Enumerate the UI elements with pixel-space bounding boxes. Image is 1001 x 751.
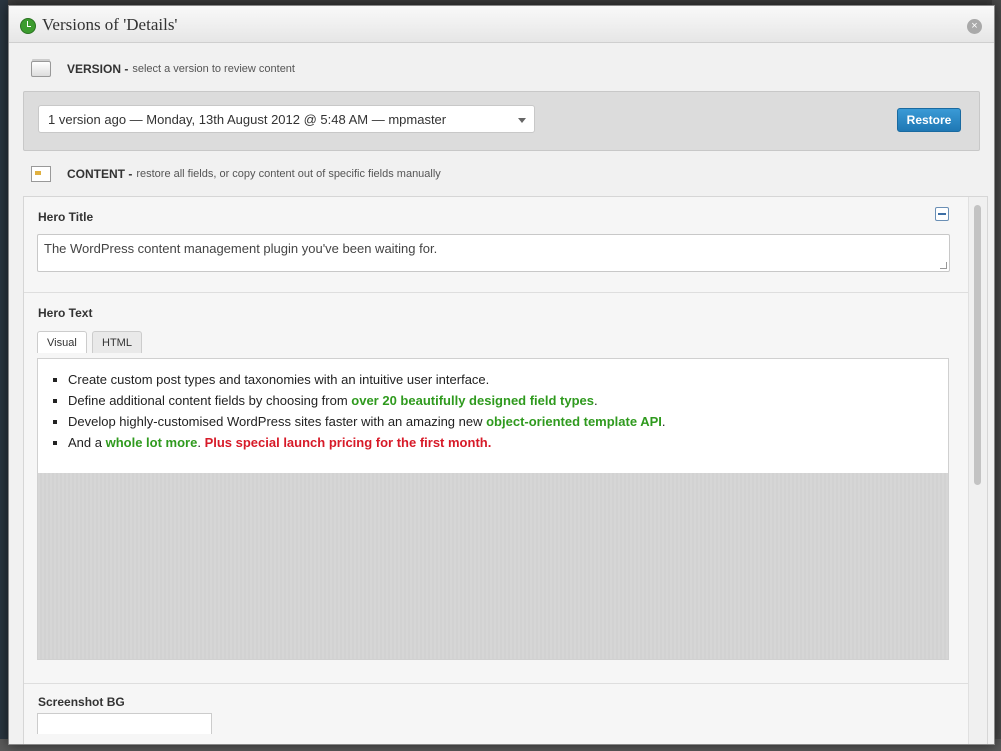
scrollbar[interactable] — [968, 197, 987, 744]
field-label-screenshot-bg: Screenshot BG — [38, 695, 125, 709]
list-item: Develop highly-customised WordPress site… — [68, 413, 948, 430]
version-label: VERSION - — [67, 62, 129, 76]
tab-visual[interactable]: Visual — [37, 331, 87, 353]
background-admin-sidebar — [0, 0, 8, 751]
field-label-hero-text: Hero Text — [38, 306, 93, 320]
close-icon[interactable]: × — [967, 19, 982, 34]
hero-title-value: The WordPress content management plugin … — [44, 241, 438, 256]
hero-text-editor[interactable]: Create custom post types and taxonomies … — [37, 358, 949, 660]
version-stack-icon — [31, 61, 51, 77]
version-select-value: 1 version ago — Monday, 13th August 2012… — [48, 112, 447, 127]
scrollbar-thumb[interactable] — [974, 205, 981, 485]
screenshot-bg-input[interactable] — [37, 713, 212, 734]
version-description: select a version to review content — [132, 63, 295, 75]
tab-html[interactable]: HTML — [92, 331, 142, 353]
restore-button[interactable]: Restore — [897, 108, 961, 132]
content-section-header: CONTENT - restore all fields, or copy co… — [31, 164, 441, 184]
content-fields-icon — [31, 166, 51, 182]
collapse-icon[interactable] — [935, 207, 949, 221]
content-fields-panel: Hero Title The WordPress content managem… — [23, 196, 988, 744]
version-bar: 1 version ago — Monday, 13th August 2012… — [23, 91, 980, 151]
field-label-hero-title: Hero Title — [38, 210, 94, 224]
content-label: CONTENT - — [67, 167, 133, 181]
list-item: Define additional content fields by choo… — [68, 392, 948, 409]
editor-empty-area — [38, 473, 948, 659]
list-item: And a whole lot more. Plus special launc… — [68, 434, 948, 451]
content-description: restore all fields, or copy content out … — [136, 168, 441, 180]
versions-modal: Versions of 'Details' × VERSION - select… — [8, 5, 995, 745]
resize-handle-icon[interactable] — [940, 262, 947, 269]
field-hero-title: Hero Title The WordPress content managem… — [24, 197, 968, 293]
modal-header: Versions of 'Details' × — [9, 6, 994, 43]
version-select[interactable]: 1 version ago — Monday, 13th August 2012… — [38, 105, 535, 133]
hero-text-list: Create custom post types and taxonomies … — [38, 371, 948, 451]
modal-title: Versions of 'Details' — [42, 15, 178, 34]
list-item: Create custom post types and taxonomies … — [68, 371, 948, 388]
chevron-down-icon — [518, 118, 526, 123]
history-icon — [20, 18, 36, 34]
hero-title-textarea[interactable]: The WordPress content management plugin … — [37, 234, 950, 272]
version-section-header: VERSION - select a version to review con… — [31, 59, 295, 79]
